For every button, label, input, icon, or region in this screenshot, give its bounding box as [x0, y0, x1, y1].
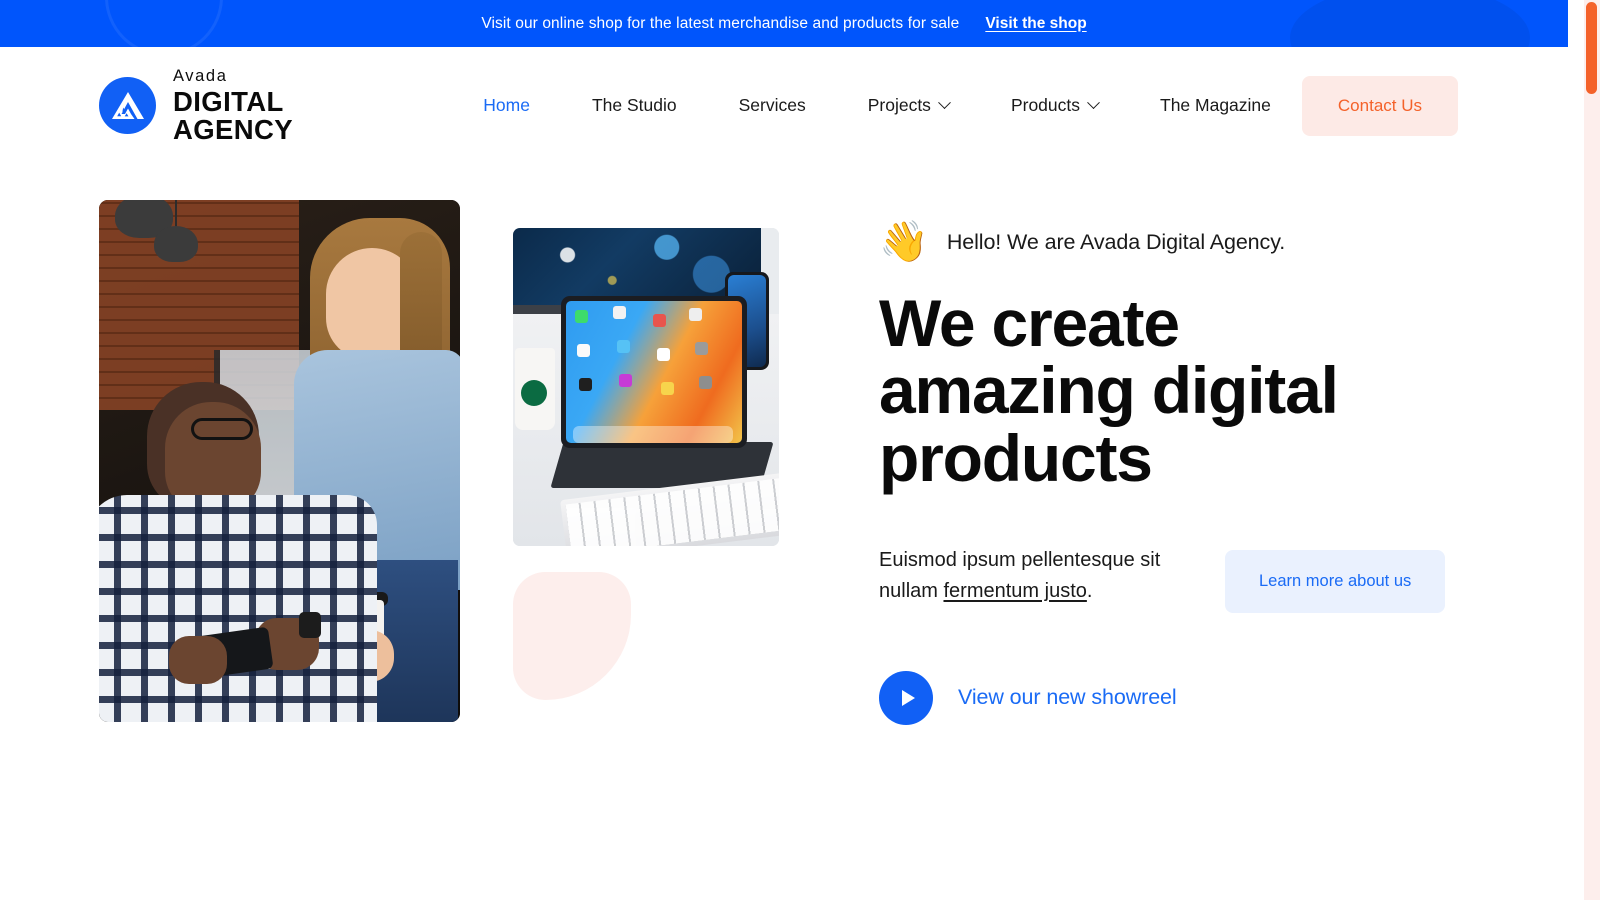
logo-text: Avada DIGITAL AGENCY	[173, 68, 349, 144]
hero-actions: Euismod ipsum pellentesque sit nullam fe…	[879, 545, 1469, 613]
hero-greeting: 👋 Hello! We are Avada Digital Agency.	[879, 222, 1469, 262]
site-header: Avada DIGITAL AGENCY Home The Studio Ser…	[0, 47, 1568, 164]
nav-label: Home	[483, 95, 530, 115]
nav-item-the-magazine[interactable]: The Magazine	[1129, 85, 1302, 126]
page-scrollbar[interactable]	[1584, 0, 1600, 900]
nav-label: The Studio	[591, 95, 677, 115]
nav-label: Services	[738, 95, 806, 115]
logo-brand-large: DIGITAL AGENCY	[173, 86, 294, 145]
announcement-content: Visit our online shop for the latest mer…	[481, 15, 1086, 33]
page-content: Avada DIGITAL AGENCY Home The Studio Ser…	[0, 47, 1568, 725]
hero-paragraph-link[interactable]: fermentum justo	[943, 580, 1086, 602]
nav-item-products[interactable]: Products	[980, 85, 1129, 126]
hero-title-line-1: We create	[879, 286, 1180, 360]
chevron-down-icon	[938, 96, 951, 110]
nav-label: Products	[1010, 95, 1080, 115]
showreel-link[interactable]: View our new showreel	[879, 670, 1177, 725]
scrollbar-thumb[interactable]	[1586, 2, 1597, 94]
play-icon[interactable]	[879, 670, 933, 725]
site-logo[interactable]: Avada DIGITAL AGENCY	[99, 68, 349, 144]
hero-greeting-text: Hello! We are Avada Digital Agency.	[946, 229, 1286, 254]
hero-title-line-3: products	[879, 420, 1153, 495]
nav-item-projects[interactable]: Projects	[837, 85, 980, 126]
decorative-circle-fill	[1290, 0, 1530, 47]
hero-paragraph-suffix: .	[1086, 579, 1093, 602]
waving-hand-icon: 👋	[879, 220, 929, 264]
announcement-text: Visit our online shop for the latest mer…	[481, 14, 960, 32]
hero-devices-photo	[513, 228, 779, 546]
hero-section: 👋 Hello! We are Avada Digital Agency. We…	[0, 200, 1568, 725]
nav-item-home[interactable]: Home	[452, 85, 561, 126]
decorative-pink-blob	[513, 572, 631, 700]
hero-paragraph: Euismod ipsum pellentesque sit nullam fe…	[879, 545, 1179, 607]
nav-item-the-studio[interactable]: The Studio	[561, 85, 708, 126]
showreel-label: View our new showreel	[958, 685, 1177, 710]
contact-us-button[interactable]: Contact Us	[1301, 75, 1458, 136]
nav-label: Projects	[867, 95, 931, 115]
announcement-bar: Visit our online shop for the latest mer…	[0, 0, 1568, 47]
hero-title-line-2: amazing digital	[879, 353, 1339, 428]
main-navigation: Home The Studio Services Projects Produc…	[452, 85, 1302, 126]
learn-more-button[interactable]: Learn more about us	[1225, 549, 1446, 613]
visit-shop-link[interactable]: Visit the shop	[985, 15, 1086, 33]
hero-text-column: 👋 Hello! We are Avada Digital Agency. We…	[879, 200, 1469, 725]
logo-mark-icon	[99, 77, 156, 134]
decorative-circle-outline	[105, 0, 223, 47]
hero-title: We create amazing digital products	[879, 289, 1469, 495]
nav-label: The Magazine	[1160, 95, 1271, 115]
chevron-down-icon	[1087, 96, 1100, 110]
hero-people-photo	[99, 200, 460, 722]
logo-brand-small: Avada	[173, 66, 228, 85]
nav-item-services[interactable]: Services	[708, 85, 837, 126]
hero-images	[99, 200, 779, 725]
